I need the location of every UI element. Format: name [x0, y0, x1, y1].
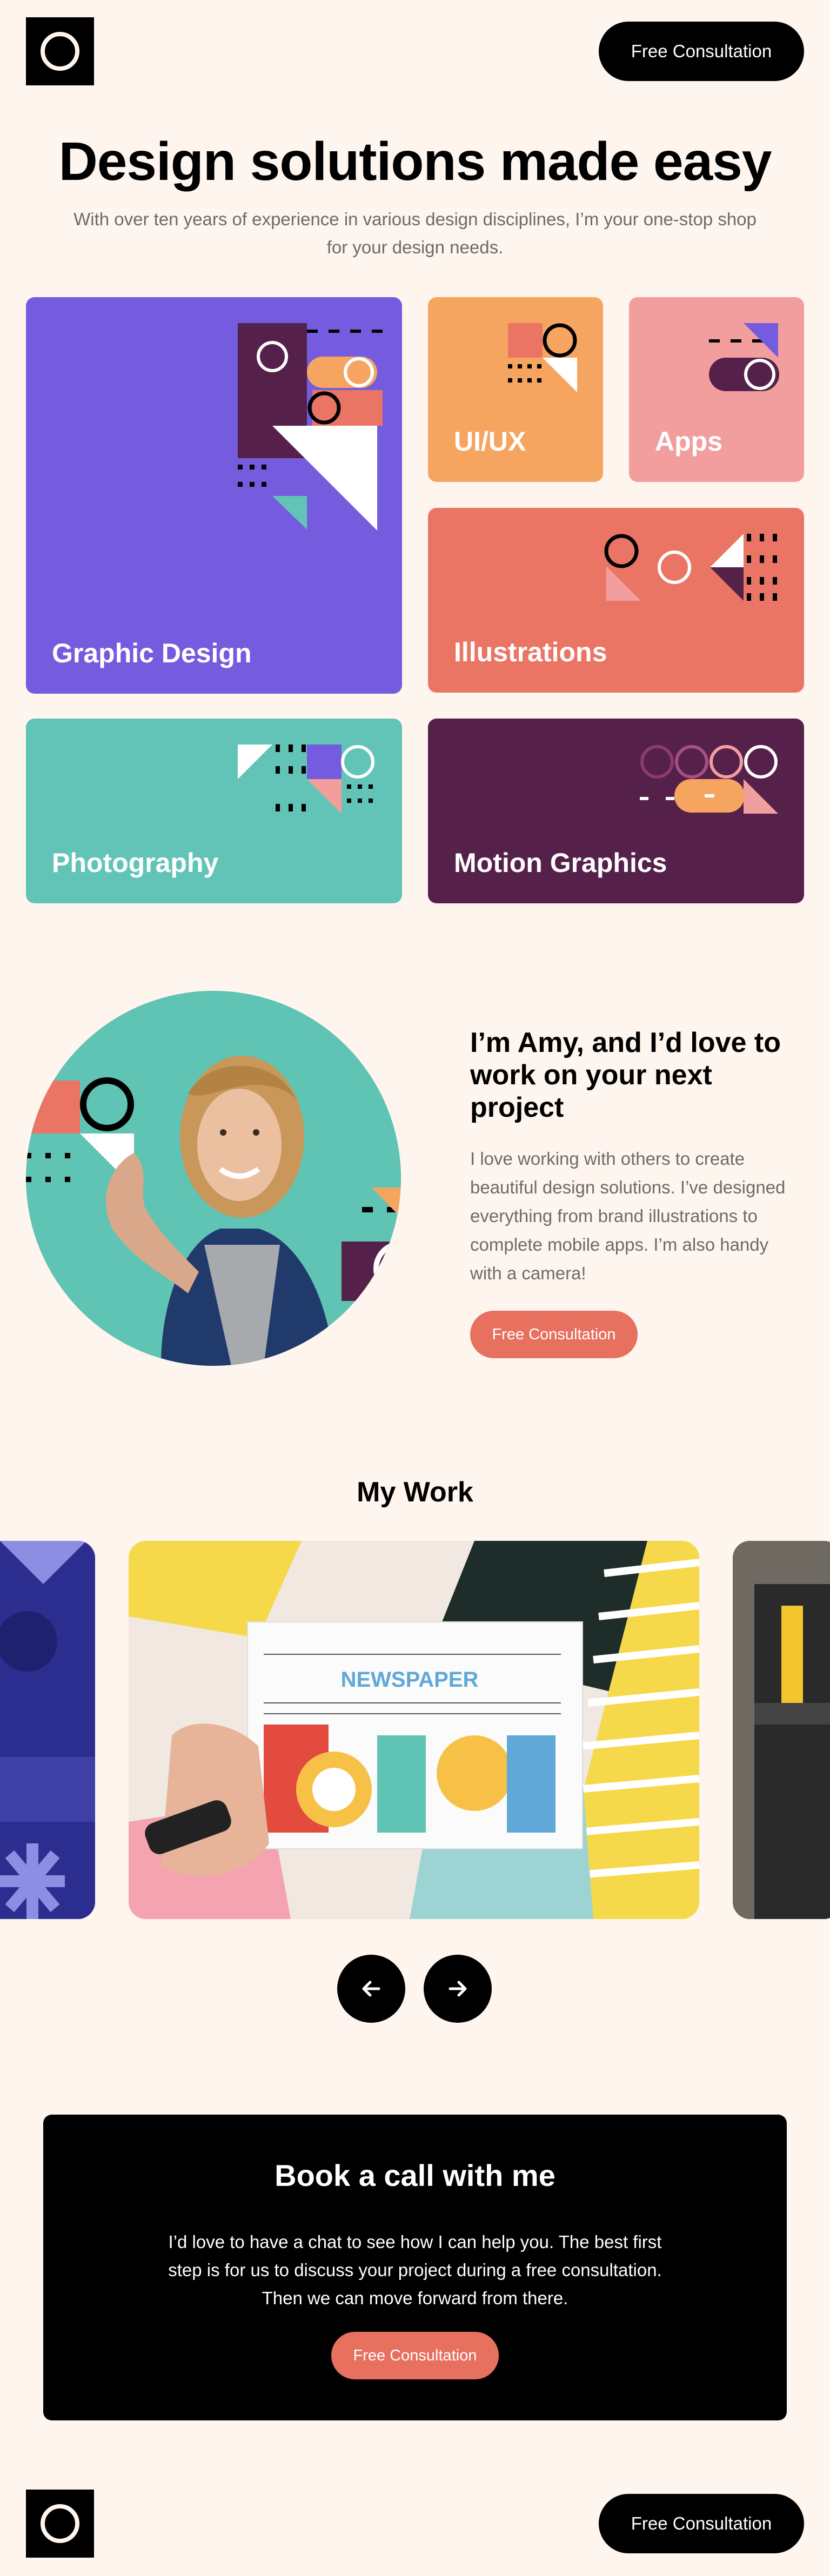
- product-photo: [733, 1541, 830, 1919]
- about-photo: [26, 991, 401, 1366]
- service-card-ui-ux[interactable]: UI/UX: [428, 297, 603, 482]
- about-title: I’m Amy, and I’d love to work on your ne…: [470, 1027, 781, 1123]
- about-consultation-button[interactable]: Free Consultation: [470, 1311, 638, 1358]
- newspaper-photo: NEWSPAPER: [129, 1541, 699, 1919]
- footer-consultation-button[interactable]: Free Consultation: [599, 2494, 804, 2553]
- abstract-artwork: [0, 1541, 95, 1919]
- service-card-illustrations[interactable]: Illustrations: [428, 508, 804, 693]
- service-label: Graphic Design: [52, 638, 252, 668]
- service-label: Motion Graphics: [454, 848, 667, 878]
- work-slide-current[interactable]: NEWSPAPER: [129, 1541, 699, 1919]
- hero-title: Design solutions made easy: [58, 131, 772, 192]
- arrow-left-icon: [362, 1981, 380, 1997]
- newspaper-headline: NEWSPAPER: [341, 1668, 479, 1692]
- logo[interactable]: [26, 17, 94, 85]
- carousel-prev-button[interactable]: [337, 1955, 405, 2023]
- service-label: Photography: [52, 848, 219, 878]
- service-label: UI/UX: [454, 426, 526, 457]
- portrait-illustration: [26, 991, 401, 1366]
- service-label: Illustrations: [454, 637, 607, 667]
- service-card-photography[interactable]: Photography: [26, 719, 402, 903]
- cta-text: I’d love to have a chat to see how I can…: [168, 2232, 662, 2308]
- work-title: My Work: [357, 1477, 473, 1508]
- service-card-graphic-design[interactable]: Graphic Design: [26, 297, 402, 694]
- header-consultation-button[interactable]: Free Consultation: [599, 22, 804, 81]
- graphic-design-pattern: [238, 323, 383, 531]
- work-slide-next[interactable]: [733, 1541, 830, 1919]
- service-label: Apps: [655, 426, 722, 457]
- cta-consultation-button[interactable]: Free Consultation: [331, 2332, 499, 2379]
- cta-section: Book a call with me I’d love to have a c…: [43, 2115, 787, 2420]
- cta-title: Book a call with me: [275, 2158, 555, 2192]
- arrow-right-icon: [449, 1981, 467, 1997]
- footer-logo[interactable]: [26, 2490, 94, 2558]
- carousel-next-button[interactable]: [424, 1955, 492, 2023]
- service-card-apps[interactable]: Apps: [629, 297, 804, 482]
- hero-subtitle: With over ten years of experience in var…: [73, 209, 757, 257]
- work-slide-previous[interactable]: [0, 1541, 95, 1919]
- service-card-motion-graphics[interactable]: Motion Graphics: [428, 719, 804, 903]
- about-text: I love working with others to create bea…: [470, 1149, 786, 1283]
